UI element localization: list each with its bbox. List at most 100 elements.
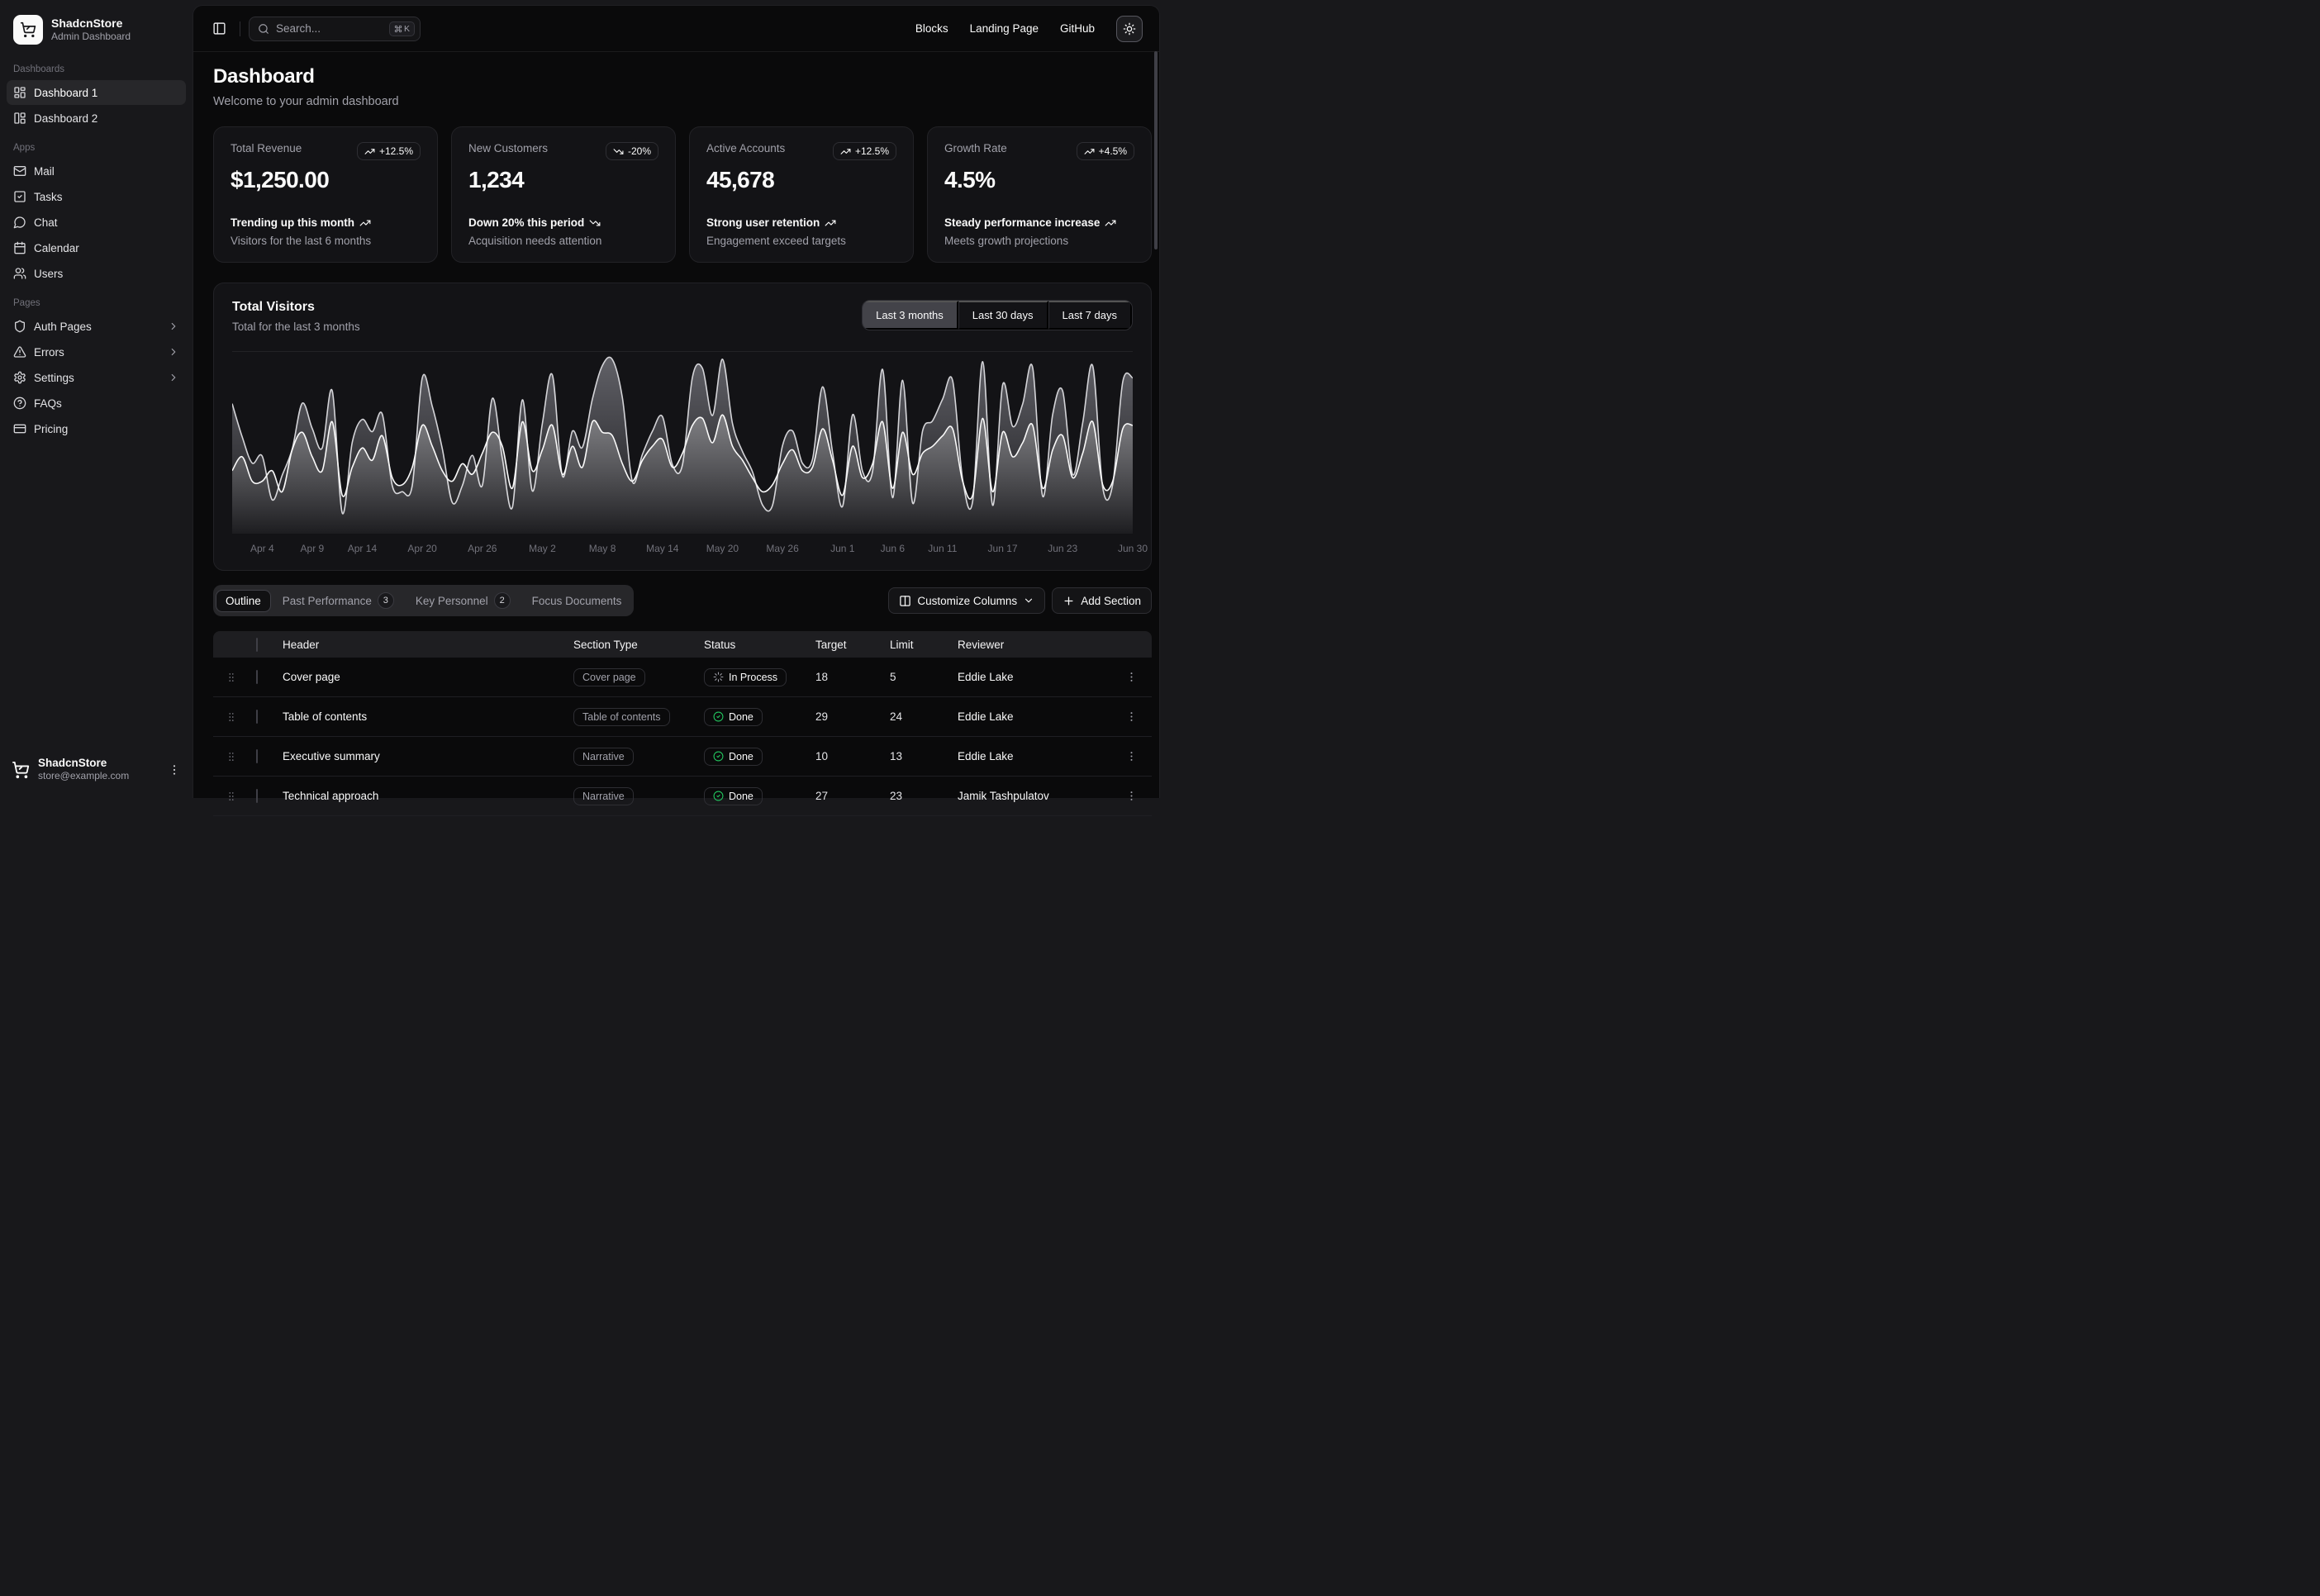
tab-past-performance[interactable]: Past Performance3	[273, 587, 404, 614]
plus-icon	[1063, 595, 1075, 607]
chat-icon	[13, 216, 26, 229]
target-value[interactable]: 10	[809, 750, 883, 762]
sidebar-item-label: Tasks	[34, 191, 63, 203]
limit-value[interactable]: 24	[883, 710, 958, 723]
reviewer-value[interactable]: Jamik Tashpulatov	[958, 790, 1110, 802]
columns-icon	[899, 595, 911, 607]
app-logo-block[interactable]: ShadcnStore Admin Dashboard	[0, 0, 193, 53]
select-all-checkbox[interactable]	[256, 638, 258, 652]
row-menu-button[interactable]	[1120, 666, 1143, 689]
trend-down-icon	[589, 217, 601, 229]
limit-value[interactable]: 13	[883, 750, 958, 762]
range-tab-last-7-days[interactable]: Last 7 days	[1048, 301, 1133, 330]
stat-value: 45,678	[706, 167, 896, 193]
tab-key-personnel[interactable]: Key Personnel2	[406, 587, 521, 614]
sidebar-item-settings[interactable]: Settings	[7, 365, 186, 390]
sidebar-item-faqs[interactable]: FAQs	[7, 391, 186, 416]
sidebar-item-dashboard-1[interactable]: Dashboard 1	[7, 80, 186, 105]
tab-count-badge: 3	[378, 592, 394, 609]
chart-range-tabs: Last 3 monthsLast 30 daysLast 7 days	[862, 300, 1133, 330]
tab-focus-documents[interactable]: Focus Documents	[522, 590, 632, 612]
stat-label: New Customers	[468, 142, 548, 154]
sidebar-item-calendar[interactable]: Calendar	[7, 235, 186, 260]
check-circle-icon	[713, 791, 724, 801]
search-box[interactable]: K	[249, 17, 421, 41]
sidebar-item-label: Settings	[34, 372, 74, 384]
row-header-label[interactable]: Cover page	[283, 671, 573, 683]
tab-outline[interactable]: Outline	[216, 590, 271, 612]
row-menu-button[interactable]	[1120, 785, 1143, 808]
row-header-label[interactable]: Technical approach	[283, 790, 573, 802]
row-menu-button[interactable]	[1120, 745, 1143, 768]
row-menu-button[interactable]	[1120, 705, 1143, 729]
sidebar-item-auth-pages[interactable]: Auth Pages	[7, 314, 186, 339]
shopping-cart-icon	[12, 761, 30, 779]
row-checkbox[interactable]	[256, 670, 258, 684]
reviewer-value[interactable]: Eddie Lake	[958, 710, 1110, 723]
stat-label: Growth Rate	[944, 142, 1007, 154]
row-checkbox[interactable]	[256, 749, 258, 763]
section-type-badge: Narrative	[573, 787, 634, 805]
sidebar-group-label: Dashboards	[0, 53, 193, 79]
x-axis-tick: Apr 20	[407, 543, 436, 554]
row-header-label[interactable]: Executive summary	[283, 750, 573, 762]
drag-handle[interactable]	[213, 751, 250, 762]
area-chart-svg	[232, 352, 1133, 534]
x-axis-tick: Apr 4	[250, 543, 274, 554]
sidebar-item-pricing[interactable]: Pricing	[7, 416, 186, 441]
section-type-badge: Narrative	[573, 748, 634, 766]
target-value[interactable]: 18	[809, 671, 883, 683]
topbar-link-github[interactable]: GitHub	[1060, 22, 1095, 35]
sidebar-item-tasks[interactable]: Tasks	[7, 184, 186, 209]
x-axis-tick: Jun 1	[830, 543, 854, 554]
sidebar-footer-account[interactable]: ShadcnStore store@example.com	[0, 750, 193, 790]
scrollbar-thumb[interactable]	[1154, 51, 1158, 249]
x-axis-tick: Jun 6	[881, 543, 905, 554]
customize-columns-button[interactable]: Customize Columns	[888, 587, 1045, 614]
trend-up-icon	[364, 146, 375, 157]
target-value[interactable]: 29	[809, 710, 883, 723]
target-value[interactable]: 27	[809, 790, 883, 802]
x-axis-tick: Jun 17	[988, 543, 1018, 554]
drag-handle[interactable]	[213, 791, 250, 802]
stat-cards-row: Total Revenue +12.5% $1,250.00 Trending …	[213, 126, 1152, 263]
drag-handle[interactable]	[213, 711, 250, 723]
sidebar-item-label: FAQs	[34, 397, 62, 410]
topbar-link-landing-page[interactable]: Landing Page	[970, 22, 1039, 35]
topbar-links: Blocks Landing Page GitHub	[915, 16, 1143, 42]
sidebar-item-label: Users	[34, 268, 63, 280]
stat-label: Active Accounts	[706, 142, 785, 154]
sidebar-toggle-button[interactable]	[207, 17, 231, 41]
row-header-label[interactable]: Table of contents	[283, 710, 573, 723]
reviewer-value[interactable]: Eddie Lake	[958, 750, 1110, 762]
limit-value[interactable]: 5	[883, 671, 958, 683]
chevron-down-icon	[1023, 595, 1034, 606]
topbar-link-blocks[interactable]: Blocks	[915, 22, 948, 35]
chart-x-axis: Apr 4Apr 9Apr 14Apr 20Apr 26May 2May 8Ma…	[232, 543, 1133, 561]
search-input[interactable]	[276, 22, 383, 35]
sidebar-item-mail[interactable]: Mail	[7, 159, 186, 183]
total-visitors-card: Total Visitors Total for the last 3 mont…	[213, 283, 1152, 571]
reviewer-value[interactable]: Eddie Lake	[958, 671, 1110, 683]
range-tab-last-3-months[interactable]: Last 3 months	[863, 301, 958, 330]
range-tab-last-30-days[interactable]: Last 30 days	[958, 301, 1048, 330]
sidebar-item-label: Dashboard 1	[34, 87, 97, 99]
theme-toggle-button[interactable]	[1116, 16, 1143, 42]
limit-value[interactable]: 23	[883, 790, 958, 802]
stat-trend-badge: -20%	[606, 142, 658, 160]
add-section-button[interactable]: Add Section	[1052, 587, 1152, 614]
loader-icon	[713, 672, 724, 682]
sidebar-item-errors[interactable]: Errors	[7, 340, 186, 364]
sidebar-item-dashboard-2[interactable]: Dashboard 2	[7, 106, 186, 131]
sidebar-item-chat[interactable]: Chat	[7, 210, 186, 235]
row-checkbox[interactable]	[256, 710, 258, 724]
sidebar-item-label: Pricing	[34, 423, 68, 435]
sidebar-item-label: Chat	[34, 216, 58, 229]
row-checkbox[interactable]	[256, 789, 258, 803]
drag-handle[interactable]	[213, 672, 250, 683]
ellipsis-vertical-icon[interactable]	[168, 763, 181, 777]
sidebar-item-users[interactable]: Users	[7, 261, 186, 286]
app-name: ShadcnStore	[51, 17, 131, 31]
panel-left-icon	[212, 21, 226, 36]
trend-up-icon	[1084, 146, 1095, 157]
